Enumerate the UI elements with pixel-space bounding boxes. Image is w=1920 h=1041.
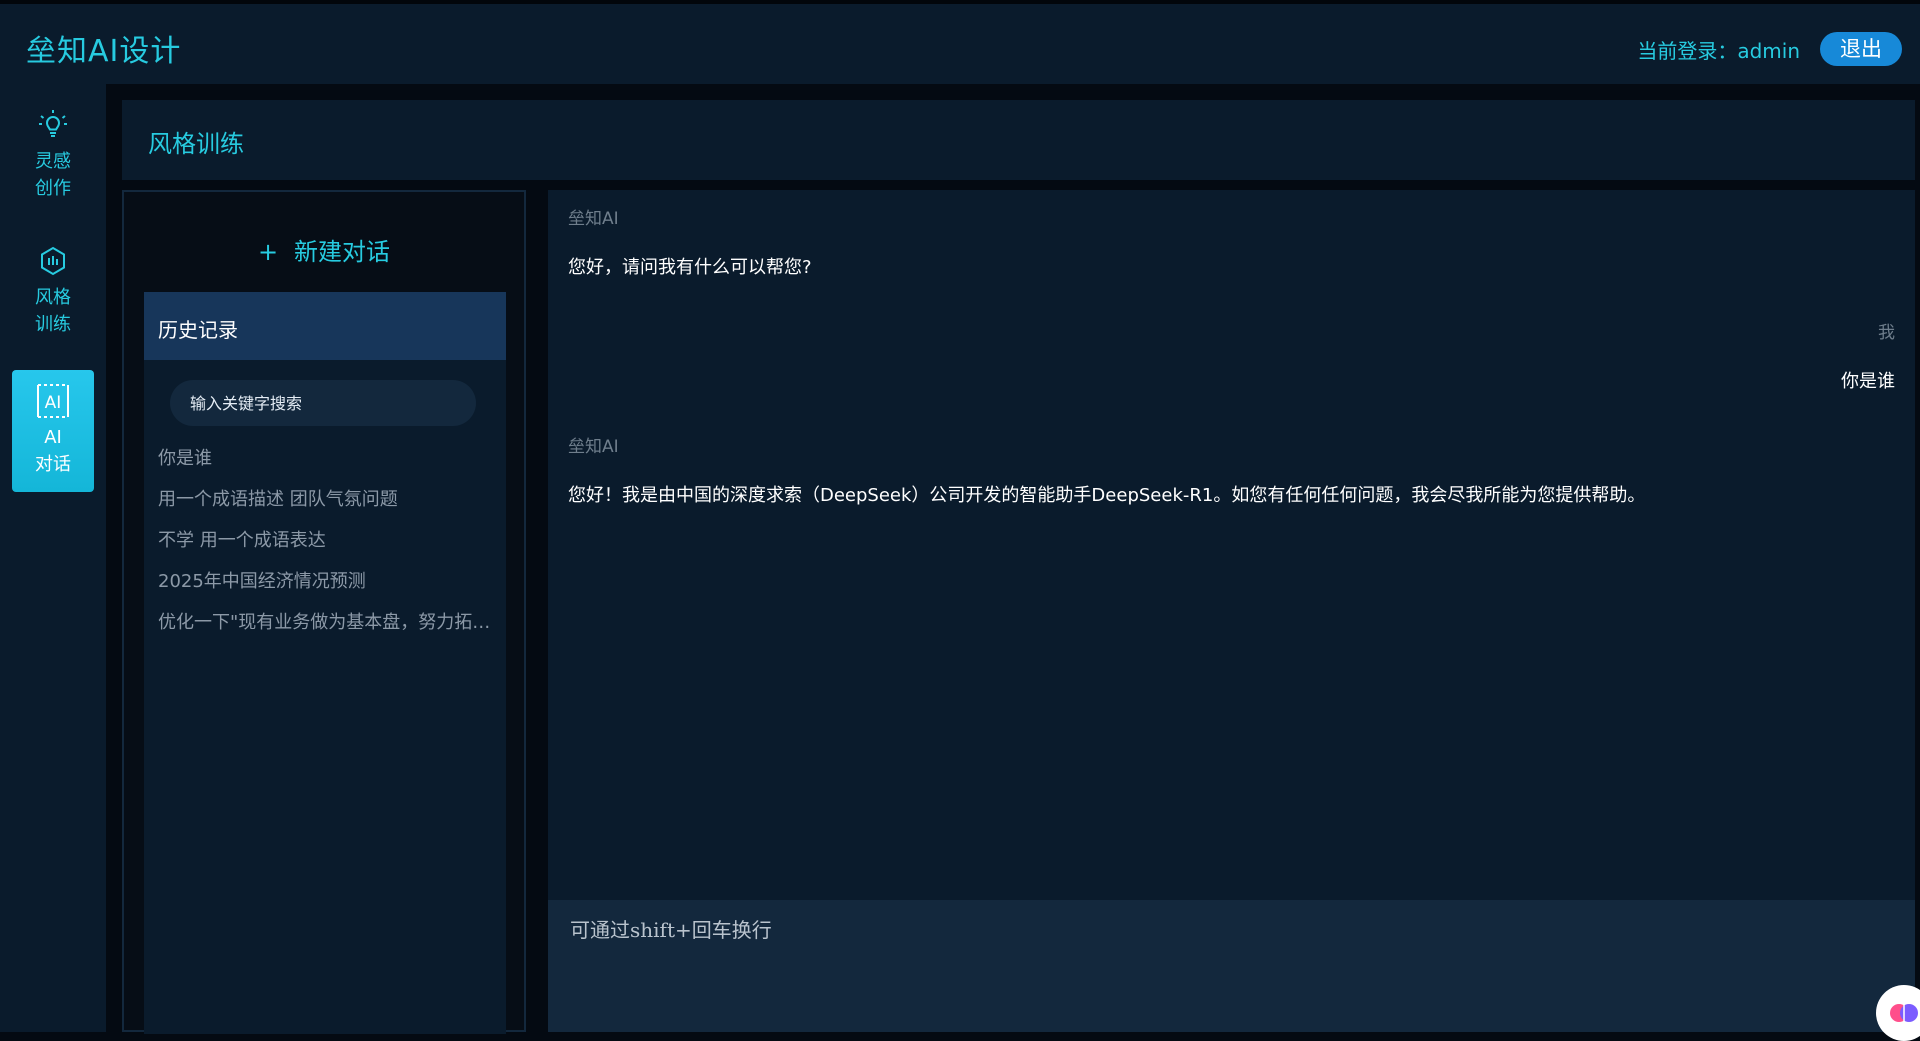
history-box: 历史记录 你是谁 用一个成语描述 团队气氛问题 不学 用一个成语表达 2025年… (144, 292, 506, 1034)
nav-item-ai-chat[interactable]: AI AI 对话 (12, 370, 94, 492)
history-list: 你是谁 用一个成语描述 团队气氛问题 不学 用一个成语表达 2025年中国经济情… (158, 438, 498, 643)
app-title: 垒知AI设计 (26, 34, 182, 69)
chat-input[interactable] (568, 912, 1872, 1016)
history-item[interactable]: 2025年中国经济情况预测 (158, 561, 498, 602)
lightbulb-icon (36, 106, 70, 144)
chat-message-ai: 垒知AI 您好，请问我有什么可以帮您? (568, 204, 812, 279)
svg-text:AI: AI (45, 393, 62, 413)
nav-item-inspiration[interactable]: 灵感 创作 (12, 94, 94, 216)
nav-item-style-training[interactable]: 风格 训练 (12, 230, 94, 352)
history-item[interactable]: 用一个成语描述 团队气氛问题 (158, 479, 498, 520)
history-item[interactable]: 不学 用一个成语表达 (158, 520, 498, 561)
top-bar: 垒知AI设计 当前登录：admin 退出 (0, 0, 1920, 84)
chat-input-panel (548, 900, 1915, 1032)
current-user-label: 当前登录：admin (1637, 39, 1800, 63)
nav-label-ai-chat: AI 对话 (35, 427, 71, 475)
logout-button[interactable]: 退出 (1820, 32, 1902, 66)
history-header-label: 历史记录 (158, 318, 238, 342)
plus-icon: + (257, 238, 279, 266)
assistant-float-button[interactable] (1876, 985, 1920, 1041)
message-sender: 我 (1878, 323, 1895, 343)
page-header: 风格训练 (122, 100, 1915, 180)
history-item[interactable]: 你是谁 (158, 438, 498, 479)
history-item[interactable]: 优化一下"现有业务做为基本盘，努力拓展新业务" (158, 602, 498, 643)
nav-label-inspiration: 灵感 创作 (35, 151, 71, 199)
hexagon-chart-icon (38, 242, 68, 280)
chat-message-user: 我 你是谁 (1841, 318, 1895, 393)
message-text: 您好！我是由中国的深度求索（DeepSeek）公司开发的智能助手DeepSeek… (568, 485, 1646, 506)
history-header: 历史记录 (144, 292, 506, 360)
message-sender: 垒知AI (568, 437, 619, 457)
history-search-input[interactable] (170, 380, 476, 426)
side-nav: 灵感 创作 风格 训练 AI AI 对话 (0, 84, 106, 1032)
history-panel: + 新建对话 历史记录 你是谁 用一个成语描述 团队气氛问题 不学 用一个成语表达… (122, 190, 526, 1034)
ai-box-icon: AI (34, 382, 72, 420)
chat-messages-panel: 垒知AI 您好，请问我有什么可以帮您? 我 你是谁 垒知AI 您好！我是由中国的… (548, 190, 1915, 900)
message-text: 你是谁 (1841, 371, 1895, 392)
new-chat-button[interactable]: + 新建对话 (124, 232, 524, 267)
message-text: 您好，请问我有什么可以帮您? (568, 257, 812, 278)
message-sender: 垒知AI (568, 209, 619, 229)
new-chat-label: 新建对话 (294, 238, 391, 266)
chat-message-ai: 垒知AI 您好！我是由中国的深度求索（DeepSeek）公司开发的智能助手Dee… (568, 432, 1645, 507)
nav-label-style-training: 风格 训练 (35, 287, 71, 335)
page-title: 风格训练 (148, 130, 244, 158)
